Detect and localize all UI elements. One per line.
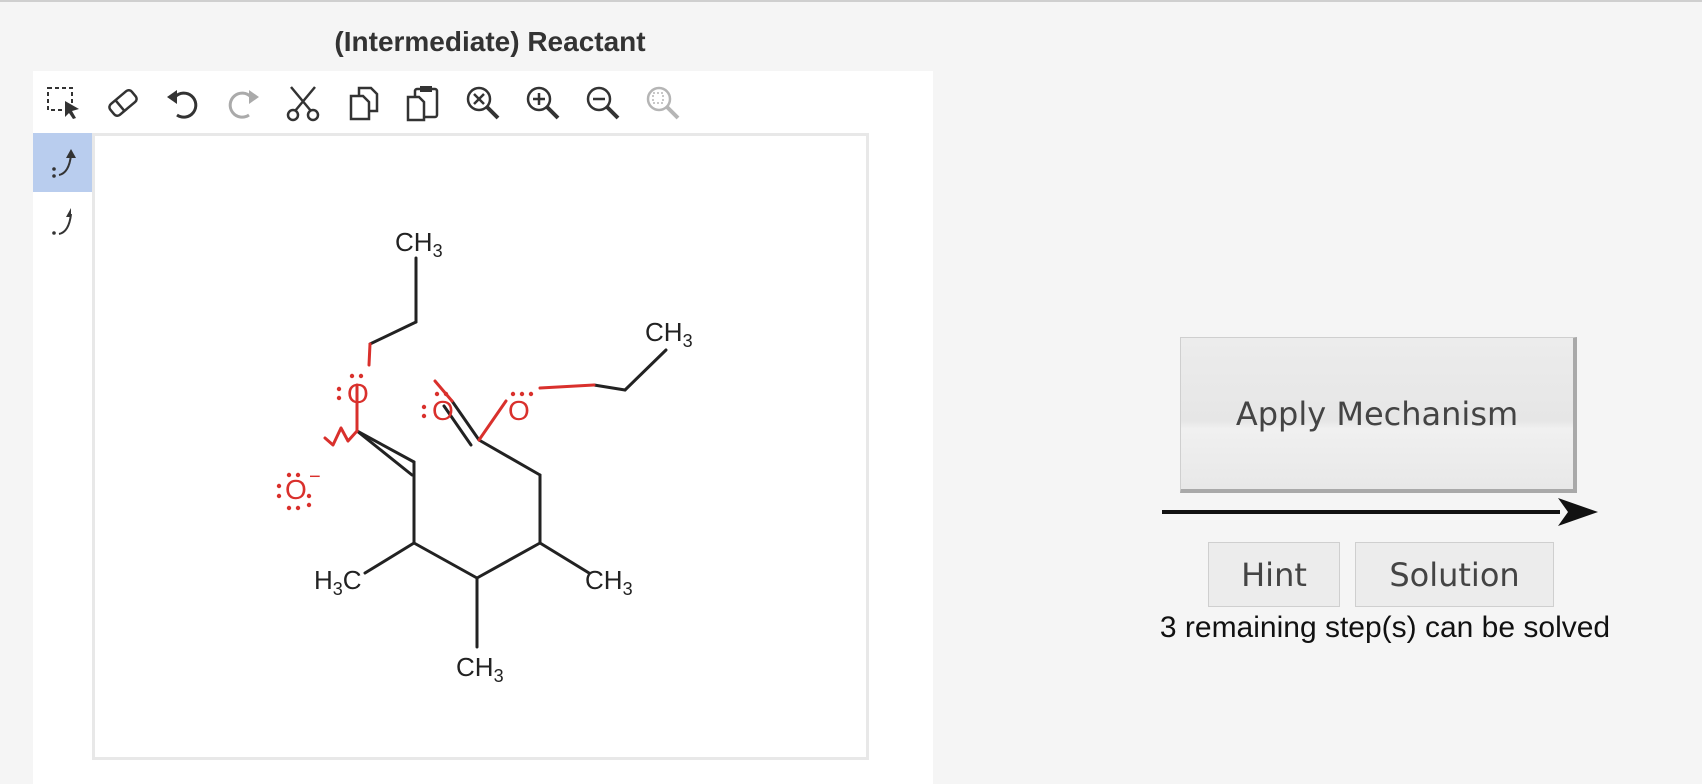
apply-mechanism-button[interactable]: Apply Mechanism (1180, 337, 1577, 493)
cut-button[interactable] (281, 81, 325, 125)
curved-arrow-pair-icon (51, 148, 76, 178)
o-anion-label: O (285, 474, 307, 505)
copy-button[interactable] (341, 81, 385, 125)
copy-icon (349, 86, 379, 121)
o-ether-right-label: O (508, 395, 530, 426)
remaining-steps-status: 3 remaining step(s) can be solved (1159, 611, 1611, 644)
lasso-select-button[interactable] (43, 81, 87, 125)
zoom-in-button[interactable] (521, 81, 565, 125)
carbon-labels: CH3 CH3 H3C CH3 CH3 (314, 227, 693, 686)
negative-charge-label: − (309, 466, 321, 488)
paste-button[interactable] (401, 81, 445, 125)
editor-panel: CH3 CH3 H3C CH3 CH3 O O O O − (33, 71, 933, 784)
zoom-reset-icon (646, 86, 680, 120)
ch3-top-label: CH3 (395, 227, 443, 261)
redo-button[interactable] (221, 81, 265, 125)
top-divider (0, 0, 1702, 2)
electron-pair-arrow-tool[interactable] (33, 133, 92, 192)
paste-icon (406, 86, 439, 122)
eraser-icon (108, 89, 138, 117)
ch3-bottom-label: CH3 (456, 652, 504, 686)
o-carbonyl-label: O (432, 395, 454, 426)
scissors-icon (286, 86, 320, 122)
molecule-canvas[interactable]: CH3 CH3 H3C CH3 CH3 O O O O − (92, 133, 869, 760)
zoom-out-button[interactable] (581, 81, 625, 125)
ch3-right-label: CH3 (645, 317, 693, 351)
eraser-button[interactable] (101, 81, 145, 125)
molecule-structure: CH3 CH3 H3C CH3 CH3 O O O O − (276, 227, 693, 686)
undo-button[interactable] (161, 81, 205, 125)
zoom-clear-icon (466, 86, 500, 120)
zoom-reset-button[interactable] (641, 81, 685, 125)
o-ether-left-label: O (347, 378, 369, 409)
reaction-arrow (1162, 498, 1598, 526)
undo-icon (167, 90, 198, 119)
lasso-select-icon (47, 87, 79, 119)
hint-button[interactable]: Hint (1208, 542, 1340, 607)
lone-pair-dots (276, 373, 534, 511)
zoom-out-icon (586, 86, 620, 120)
panel-title: (Intermediate) Reactant (334, 26, 646, 57)
solution-button[interactable]: Solution (1355, 542, 1554, 607)
curved-arrow-single-icon (51, 207, 72, 235)
zoom-clear-button[interactable] (461, 81, 505, 125)
single-electron-arrow-tool[interactable] (33, 192, 92, 251)
h3c-left-label: H3C (314, 565, 362, 599)
redo-icon (228, 90, 259, 119)
arrow-tool-palette (33, 133, 92, 251)
ch3-mid-right-label: CH3 (585, 565, 633, 599)
zoom-in-icon (526, 86, 560, 120)
oxygen-labels: O O O O − (285, 378, 530, 505)
